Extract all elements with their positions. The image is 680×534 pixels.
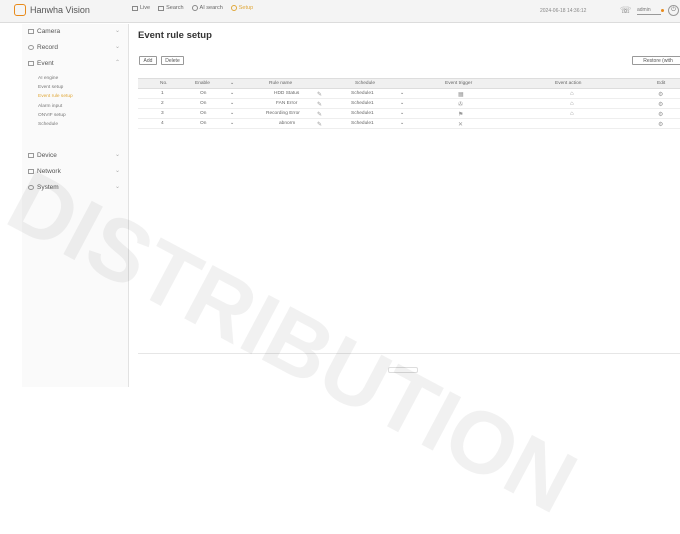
datetime: 2024-06-18 14:36:12: [540, 8, 587, 14]
brand-logo: Hanwha Vision: [14, 4, 90, 16]
network-icon: [28, 168, 34, 174]
row-schedule[interactable]: Schedule1: [351, 101, 374, 106]
submenu-ai-engine[interactable]: AI engine: [38, 76, 58, 81]
page-title: Event rule setup: [138, 30, 212, 41]
header-event-action: Event action: [555, 81, 582, 86]
enable-dropdown-icon[interactable]: ⌄: [230, 91, 234, 96]
sidebar-item-record[interactable]: Record ⌄: [22, 42, 128, 52]
device-icon: [28, 152, 34, 158]
table-bottom-divider: [138, 353, 680, 354]
scroll-indicator[interactable]: [388, 367, 418, 373]
action-icon[interactable]: ⌂: [570, 111, 574, 117]
edit-icon[interactable]: ⚙: [658, 101, 663, 108]
header-event-trigger: Event trigger: [445, 81, 473, 86]
rename-icon[interactable]: ✎: [317, 91, 322, 98]
edit-icon[interactable]: ⚙: [658, 121, 663, 128]
submenu-alarm-input[interactable]: Alarm input: [38, 104, 62, 109]
action-icon[interactable]: ⌂: [570, 91, 574, 97]
edit-icon[interactable]: ⚙: [658, 91, 663, 98]
chevron-icon: ⌄: [114, 152, 120, 158]
enable-dropdown-icon[interactable]: ⌄: [230, 111, 234, 116]
recording-trigger-icon[interactable]: ⚑: [458, 111, 463, 118]
rename-icon[interactable]: ✎: [317, 101, 322, 108]
row-rule-name: FAN Error: [276, 101, 298, 106]
camera-icon: [28, 28, 34, 34]
header-no: No.: [160, 81, 168, 86]
header-schedule: Schedule: [355, 81, 376, 86]
record-icon: [28, 44, 34, 50]
rename-icon[interactable]: ✎: [317, 111, 322, 118]
event-icon: [28, 60, 34, 66]
chevron-icon: ⌄: [114, 28, 120, 34]
sidebar-item-device[interactable]: Device ⌄: [22, 150, 128, 160]
restore-button[interactable]: Restore (with notification): [632, 56, 680, 65]
sidebar-item-system[interactable]: System ⌄: [22, 182, 128, 192]
edit-icon[interactable]: ⚙: [658, 111, 663, 118]
hdd-trigger-icon[interactable]: ▦: [458, 91, 464, 98]
schedule-dropdown-icon[interactable]: ⌄: [400, 101, 404, 106]
row-no: 1: [161, 91, 164, 96]
header-rule-name: Rule name: [269, 81, 293, 86]
setup-icon: [230, 5, 237, 11]
row-no: 4: [161, 121, 164, 126]
rename-icon[interactable]: ✎: [317, 121, 322, 128]
row-schedule[interactable]: Schedule1: [351, 111, 374, 116]
row-enable[interactable]: On: [200, 91, 206, 96]
brand-name: Hanwha Vision: [30, 5, 90, 15]
search-icon: [158, 5, 165, 11]
enable-dropdown-icon[interactable]: ⌄: [230, 101, 234, 106]
row-rule-name: HDD Status: [274, 91, 300, 96]
nav-ai-search[interactable]: AI search: [191, 5, 223, 11]
fan-trigger-icon[interactable]: ✇: [458, 101, 463, 108]
submenu-event-setup[interactable]: Event setup: [38, 85, 63, 90]
notification-icon[interactable]: ☏: [620, 5, 631, 15]
chevron-icon: ⌄: [114, 184, 120, 190]
nav-search[interactable]: Search: [158, 5, 184, 11]
row-no: 3: [161, 111, 164, 116]
logo-mark-icon: [14, 4, 26, 16]
user-field[interactable]: admin: [637, 7, 664, 15]
submenu-event-rule-setup[interactable]: Event rule setup: [38, 94, 73, 99]
table-row[interactable]: 4 On ⌄ abnorm ✎ Schedule1 ⌄ ✕ ⚙: [138, 118, 680, 129]
row-no: 2: [161, 101, 164, 106]
sidebar-item-event[interactable]: Event ⌃: [22, 58, 128, 68]
row-schedule[interactable]: Schedule1: [351, 121, 374, 126]
chevron-up-icon: ⌃: [114, 60, 120, 66]
submenu-onvif-setup[interactable]: ONVIF setup: [38, 113, 66, 118]
monitor-icon: [132, 5, 138, 11]
power-icon[interactable]: ⏻: [668, 5, 679, 16]
chevron-icon: ⌄: [114, 168, 120, 174]
add-button[interactable]: Add: [139, 56, 157, 65]
row-enable[interactable]: On: [200, 101, 206, 106]
nav-setup[interactable]: Setup: [230, 5, 253, 11]
submenu-schedule[interactable]: Schedule: [38, 122, 58, 127]
abnormal-trigger-icon[interactable]: ✕: [458, 121, 463, 128]
nav-live[interactable]: Live: [132, 5, 150, 11]
header-enable-toggle: ⌄: [230, 81, 235, 86]
header-edit: Edit: [657, 81, 666, 86]
row-rule-name: Recording Error: [266, 111, 300, 116]
action-icon[interactable]: ⌂: [570, 101, 574, 107]
header-enable: Enable: [195, 81, 210, 86]
ai-search-icon: [191, 5, 198, 11]
row-enable[interactable]: On: [200, 121, 206, 126]
delete-button[interactable]: Delete: [161, 56, 184, 65]
schedule-dropdown-icon[interactable]: ⌄: [400, 121, 404, 126]
top-bar: Hanwha Vision Live Search AI search Setu…: [0, 0, 680, 23]
enable-dropdown-icon[interactable]: ⌄: [230, 121, 234, 126]
sidebar-item-camera[interactable]: Camera ⌄: [22, 26, 128, 36]
sidebar: Camera ⌄ Record ⌄ Event ⌃ AI engine Event s…: [22, 24, 129, 387]
row-enable[interactable]: On: [200, 111, 206, 116]
chevron-icon: ⌄: [114, 44, 120, 50]
top-nav: Live Search AI search Setup: [132, 5, 253, 11]
system-icon: [28, 184, 34, 190]
row-schedule[interactable]: Schedule1: [351, 91, 374, 96]
schedule-dropdown-icon[interactable]: ⌄: [400, 111, 404, 116]
main-panel: Event rule setup Add Delete Restore (wit…: [138, 24, 680, 387]
row-rule-name: abnorm: [279, 121, 296, 126]
sidebar-item-network[interactable]: Network ⌄: [22, 166, 128, 176]
schedule-dropdown-icon[interactable]: ⌄: [400, 91, 404, 96]
